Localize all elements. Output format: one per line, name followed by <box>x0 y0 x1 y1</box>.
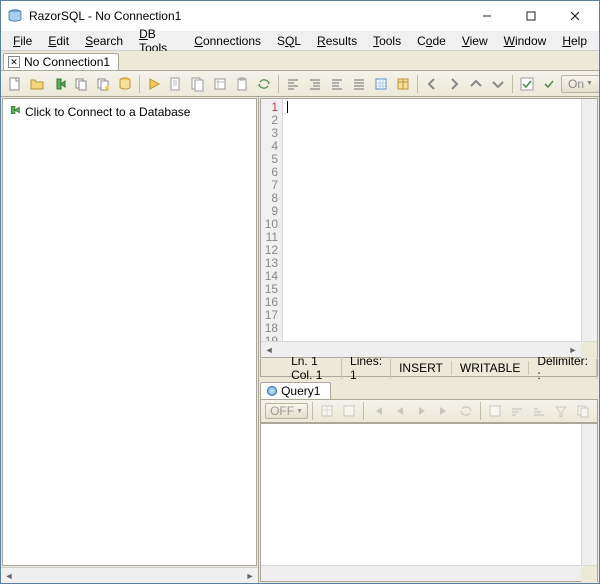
open-folder-icon[interactable] <box>27 74 47 94</box>
menu-code[interactable]: Code <box>409 32 454 50</box>
query-tab-icon <box>267 386 277 396</box>
minimize-button[interactable] <box>465 2 509 30</box>
copy-sql-icon[interactable] <box>93 74 113 94</box>
arrow-down-icon[interactable] <box>488 74 508 94</box>
db-icon[interactable] <box>115 74 135 94</box>
results-toolbar: OFF▼ <box>260 399 598 423</box>
status-writable: WRITABLE <box>452 361 529 375</box>
next-record-icon[interactable] <box>412 401 432 421</box>
connection-tab-label: No Connection1 <box>24 55 110 69</box>
db-tree[interactable]: Click to Connect to a Database <box>2 98 257 566</box>
app-icon <box>7 8 23 24</box>
outdent-icon[interactable] <box>327 74 347 94</box>
query-tab-query1[interactable]: Query1 <box>260 382 331 399</box>
recycle-icon[interactable] <box>254 74 274 94</box>
indent-icon[interactable] <box>305 74 325 94</box>
menu-results[interactable]: Results <box>309 32 365 50</box>
editor-vscrollbar[interactable] <box>581 99 597 341</box>
menu-tools[interactable]: Tools <box>365 32 409 50</box>
maximize-button[interactable] <box>509 2 553 30</box>
results-panel[interactable] <box>260 423 598 582</box>
results-vscrollbar[interactable] <box>581 424 597 565</box>
execute-doc-icon[interactable] <box>166 74 186 94</box>
connect-arrow-icon <box>7 103 21 120</box>
arrow-left-icon[interactable] <box>422 74 442 94</box>
edit-row-icon[interactable] <box>485 401 505 421</box>
align-left-icon[interactable] <box>283 74 303 94</box>
query-tab-label: Query1 <box>281 384 320 398</box>
copy-cell-icon[interactable] <box>573 401 593 421</box>
query-tabs: Query1 <box>260 379 598 399</box>
menu-help[interactable]: Help <box>554 32 595 50</box>
sql-editor-text[interactable] <box>283 99 597 341</box>
copy-icon[interactable] <box>71 74 91 94</box>
format-icon[interactable] <box>349 74 369 94</box>
connection-tabs: ✕ No Connection1 <box>1 51 599 71</box>
editor-hscrollbar[interactable]: ◄► <box>261 341 597 357</box>
menu-view[interactable]: View <box>454 32 496 50</box>
sort-asc-icon[interactable] <box>507 401 527 421</box>
status-lines: Lines: 1 <box>342 354 391 382</box>
copy-result-icon[interactable] <box>210 74 230 94</box>
refresh-results-icon[interactable] <box>456 401 476 421</box>
result-export-icon[interactable] <box>339 401 359 421</box>
arrow-up-icon[interactable] <box>466 74 486 94</box>
window-title: RazorSQL - No Connection1 <box>29 9 465 23</box>
result-grid-icon[interactable] <box>317 401 337 421</box>
menu-bar: File Edit Search DB Tools Connections SQ… <box>1 31 599 51</box>
db-tree-hscrollbar[interactable]: ◄► <box>1 567 258 583</box>
main-area: Click to Connect to a Database ◄► 123456… <box>1 97 599 583</box>
editor-status-bar: Ln. 1 Col. 1 Lines: 1 INSERT WRITABLE De… <box>260 359 598 377</box>
main-toolbar: On▼ <box>1 71 599 97</box>
check-db-icon[interactable] <box>539 74 559 94</box>
connect-icon[interactable] <box>49 74 69 94</box>
connection-tab-noconnection1[interactable]: ✕ No Connection1 <box>3 53 119 70</box>
title-bar: RazorSQL - No Connection1 <box>1 1 599 31</box>
table-view-icon[interactable] <box>393 74 413 94</box>
connect-link[interactable]: Click to Connect to a Database <box>25 105 190 119</box>
db-browser-panel: Click to Connect to a Database ◄► <box>1 97 259 583</box>
prev-record-icon[interactable] <box>390 401 410 421</box>
first-record-icon[interactable] <box>368 401 388 421</box>
check-icon[interactable] <box>517 74 537 94</box>
autocommit-toggle[interactable]: On▼ <box>561 75 599 93</box>
close-button[interactable] <box>553 2 597 30</box>
execute-icon[interactable] <box>144 74 164 94</box>
execute-script-icon[interactable] <box>188 74 208 94</box>
last-record-icon[interactable] <box>434 401 454 421</box>
arrow-right-icon[interactable] <box>444 74 464 94</box>
filter-toggle[interactable]: OFF▼ <box>265 403 308 419</box>
editor-results-panel: 123456789101112131415161718192021 ◄► Ln.… <box>259 97 599 583</box>
menu-search[interactable]: Search <box>77 32 131 50</box>
results-hscrollbar[interactable] <box>261 565 597 581</box>
status-mode: INSERT <box>391 361 452 375</box>
sort-desc-icon[interactable] <box>529 401 549 421</box>
caret <box>287 101 288 113</box>
sql-editor: 123456789101112131415161718192021 ◄► <box>260 98 598 358</box>
new-file-icon[interactable] <box>5 74 25 94</box>
to-clipboard-icon[interactable] <box>232 74 252 94</box>
menu-window[interactable]: Window <box>496 32 555 50</box>
menu-sql[interactable]: SQL <box>269 32 309 50</box>
filter-icon[interactable] <box>551 401 571 421</box>
close-tab-icon[interactable]: ✕ <box>8 56 20 68</box>
line-number-gutter: 123456789101112131415161718192021 <box>261 99 283 341</box>
menu-edit[interactable]: Edit <box>40 32 77 50</box>
menu-file[interactable]: File <box>5 32 40 50</box>
grid-icon[interactable] <box>371 74 391 94</box>
menu-connections[interactable]: Connections <box>186 32 269 50</box>
